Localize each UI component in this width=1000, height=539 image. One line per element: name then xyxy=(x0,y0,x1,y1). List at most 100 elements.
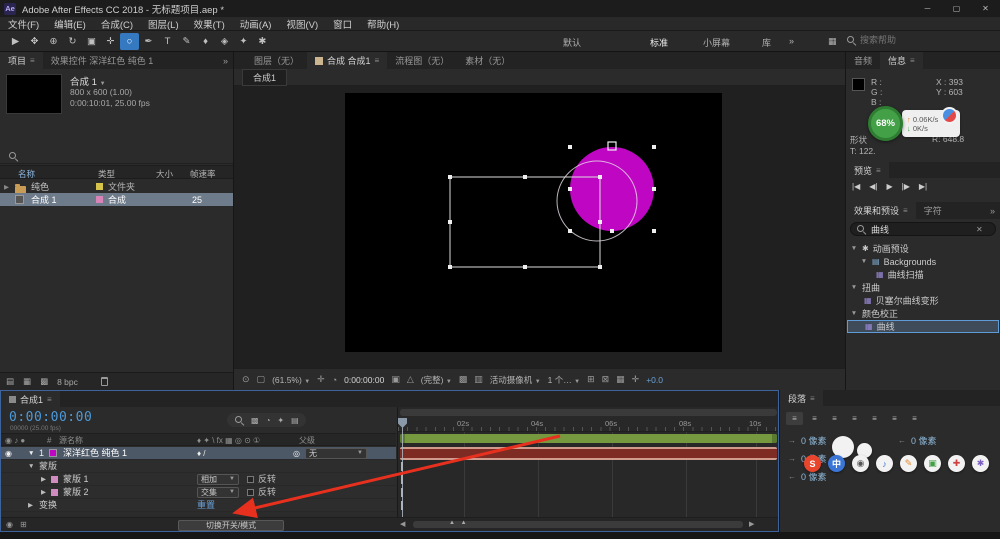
tab-paragraph[interactable]: 段落 ≡ xyxy=(780,390,823,406)
mask-name[interactable]: 蒙版 1 xyxy=(63,473,89,486)
menu-animation[interactable]: 动画(A) xyxy=(240,17,272,31)
mask-mode-dropdown[interactable]: 交集 ▼ xyxy=(197,487,239,498)
menu-layer[interactable]: 图层(L) xyxy=(148,17,179,31)
settings-icon[interactable]: ✱ xyxy=(972,455,989,472)
twirl-icon[interactable]: ▼ xyxy=(850,284,858,291)
indent-left-field[interactable]: → 0 像素 xyxy=(788,434,827,447)
menu-help[interactable]: 帮助(H) xyxy=(367,17,399,31)
pan-behind-tool-button[interactable]: ✛ xyxy=(101,33,120,50)
region-of-interest-icon[interactable]: ▩ xyxy=(459,374,468,385)
tab-footage[interactable]: 素材（无） xyxy=(457,52,518,69)
menu-effect[interactable]: 效果(T) xyxy=(194,17,225,31)
tab-overflow-icon[interactable]: » xyxy=(990,202,1000,219)
magenta-circle-shape[interactable] xyxy=(570,147,654,231)
magnification-icon[interactable]: ▢ xyxy=(257,374,266,385)
fast-previews-icon[interactable]: ⊠ xyxy=(602,374,610,385)
tree-item-color-correction[interactable]: ▼ 颜色校正 xyxy=(846,307,1000,320)
new-comp-icon[interactable]: ▩ xyxy=(40,376,48,387)
column-name[interactable]: 名称 xyxy=(18,168,35,180)
project-search-row[interactable] xyxy=(0,148,233,164)
mask1-row[interactable]: ▶ 蒙版 1 相加 ▼ 反转 xyxy=(1,473,396,486)
toggle-switches-modes-button[interactable]: 切换开关/模式 xyxy=(178,520,284,531)
tab-effects-presets[interactable]: 效果和预设 ≡ xyxy=(846,202,916,219)
layer-row-solid[interactable]: ◉ ▼ 1 深洋红色 纯色 1 ♦ / ◎ 无 ▼ xyxy=(1,447,396,460)
menu-edit[interactable]: 编辑(E) xyxy=(54,17,86,31)
frame-blending-icon[interactable]: ▤ xyxy=(291,416,299,425)
panel-menu-icon[interactable]: ≡ xyxy=(810,394,815,403)
tree-item-bezier-warp[interactable]: ▦ 贝塞尔曲线变形 xyxy=(846,294,1000,307)
label-color-swatch[interactable] xyxy=(96,196,103,203)
minimize-button[interactable]: ─ xyxy=(913,0,942,17)
webcam-icon[interactable]: ◉ xyxy=(852,455,869,472)
pixel-aspect-icon[interactable]: ⊞ xyxy=(587,374,595,385)
new-folder-icon[interactable]: ▦ xyxy=(23,376,31,387)
effects-search-input[interactable] xyxy=(871,224,971,234)
panel-menu-icon[interactable]: ≡ xyxy=(375,56,380,65)
interpret-footage-icon[interactable]: ▤ xyxy=(6,376,14,387)
twirl-icon[interactable]: ▼ xyxy=(28,447,34,460)
transform-row[interactable]: ▶ 变换 重置 xyxy=(1,499,396,512)
resolution-dropdown[interactable]: (完整) ▼ xyxy=(421,374,452,386)
floating-ball-icon[interactable] xyxy=(941,107,958,124)
always-preview-icon[interactable]: ⊙ xyxy=(242,374,250,385)
layer-duration-bar[interactable] xyxy=(400,447,777,460)
first-frame-button[interactable]: |◀ xyxy=(852,182,860,191)
tab-flowchart[interactable]: 流程图（无） xyxy=(387,52,457,69)
current-timecode[interactable]: 0:00:00:00 xyxy=(9,410,92,425)
pen-annotate-icon[interactable]: ✎ xyxy=(900,455,917,472)
tab-effect-controls[interactable]: 效果控件 深洋红色 纯色 1 xyxy=(43,52,162,69)
menu-composition[interactable]: 合成(C) xyxy=(101,17,133,31)
panel-menu-icon[interactable]: ≡ xyxy=(903,206,908,215)
time-ruler[interactable]: 02s 04s 06s 08s 10s xyxy=(398,418,778,432)
clear-search-icon[interactable]: ✕ xyxy=(976,225,983,234)
zoom-icon[interactable]: ⊞ xyxy=(20,520,27,529)
ime-language-icon[interactable]: 中 xyxy=(828,455,845,472)
menu-file[interactable]: 文件(F) xyxy=(8,17,39,31)
twirl-icon[interactable]: ▶ xyxy=(41,473,46,486)
roto-brush-tool-button[interactable]: ✦ xyxy=(234,33,253,50)
eye-icon[interactable]: ◉ xyxy=(5,447,12,460)
column-source-name[interactable]: 源名称 xyxy=(59,434,83,447)
effects-search-box[interactable]: ✕ xyxy=(850,222,996,236)
audio-icon[interactable]: ♪ xyxy=(876,455,893,472)
reset-link[interactable]: 重置 xyxy=(197,499,215,512)
hide-shy-layers-icon[interactable]: ✦ xyxy=(277,416,284,425)
column-type[interactable]: 类型 xyxy=(98,168,115,180)
twirl-icon[interactable]: ▼ xyxy=(28,460,34,473)
hand-tool-button[interactable]: ✥ xyxy=(25,33,44,50)
timeline-jump-icon[interactable]: ▦ xyxy=(616,374,625,385)
mask-name[interactable]: 蒙版 2 xyxy=(63,486,89,499)
justify-all-button[interactable]: ≡ xyxy=(906,412,923,425)
mask2-row[interactable]: ▶ 蒙版 2 交集 ▼ 反转 xyxy=(1,486,396,499)
justify-last-center-button[interactable]: ≡ xyxy=(866,412,883,425)
layer-name[interactable]: 深洋红色 纯色 1 xyxy=(63,447,127,460)
label-color-swatch[interactable] xyxy=(96,183,103,190)
mask-color-swatch[interactable] xyxy=(51,489,58,496)
pen-tool-button[interactable]: ✒ xyxy=(139,33,158,50)
shortcut-editor-icon[interactable]: ▦ xyxy=(828,36,837,47)
zoom-slider-handles[interactable]: ▲ ▲ xyxy=(449,520,469,526)
menu-view[interactable]: 视图(V) xyxy=(286,17,318,31)
workspace-overflow-icon[interactable]: » xyxy=(789,36,794,46)
tree-item-backgrounds[interactable]: ▼ ▤ Backgrounds xyxy=(846,255,1000,268)
previous-frame-button[interactable]: ◀| xyxy=(869,182,877,191)
workspace-standard[interactable]: 标准 xyxy=(650,36,668,49)
layer-color-swatch[interactable] xyxy=(49,449,57,457)
recorder-logo-icon[interactable]: S xyxy=(804,455,821,472)
close-button[interactable]: ✕ xyxy=(971,0,1000,17)
type-tool-button[interactable]: T xyxy=(158,33,177,50)
zoom-level-dropdown[interactable]: (61.5%) ▼ xyxy=(272,375,310,385)
clone-stamp-tool-button[interactable]: ♦ xyxy=(196,33,215,50)
panel-menu-icon[interactable]: ≡ xyxy=(30,56,35,65)
grid-guides-icon[interactable]: ✛ xyxy=(317,374,325,385)
scroll-right-icon[interactable]: ▶ xyxy=(749,520,754,528)
twirl-icon[interactable]: ▶ xyxy=(4,183,9,191)
expand-icon[interactable]: ◉ xyxy=(6,520,13,529)
trash-icon[interactable] xyxy=(100,377,108,386)
project-row-solids[interactable]: ▶ 纯色 文件夹 xyxy=(0,180,233,194)
masks-group-row[interactable]: ▼ 蒙版 xyxy=(1,460,396,473)
composition-canvas[interactable] xyxy=(345,93,722,352)
performance-percent-overlay[interactable]: 68% xyxy=(868,106,903,141)
eraser-tool-button[interactable]: ◈ xyxy=(215,33,234,50)
tree-item-distort[interactable]: ▼ 扭曲 xyxy=(846,281,1000,294)
